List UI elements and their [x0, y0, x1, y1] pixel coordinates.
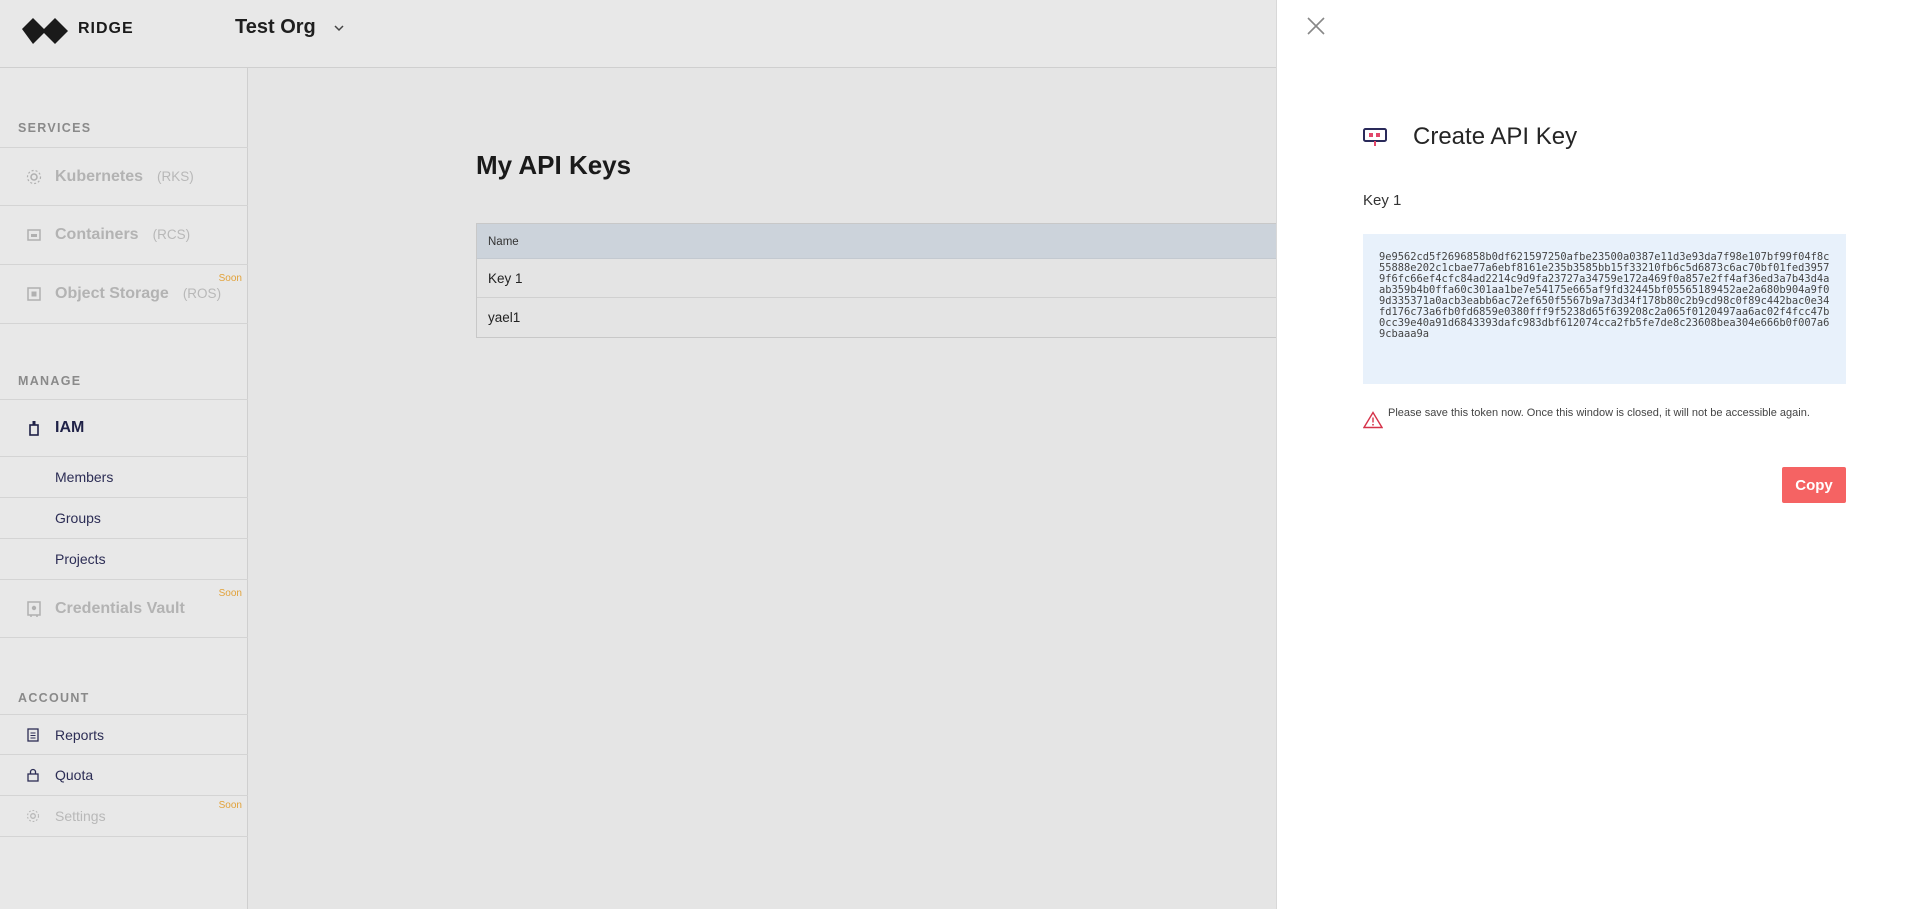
section-title-services: SERVICES — [18, 121, 92, 135]
section-title-manage: MANAGE — [18, 374, 82, 388]
key-name: Key 1 — [1363, 192, 1402, 209]
org-switcher[interactable]: Test Org — [235, 16, 346, 39]
org-name: Test Org — [235, 16, 316, 38]
drawer-title: Create API Key — [1413, 123, 1578, 150]
sidebar-item-credentials-vault[interactable]: Credentials Vault Soon — [0, 580, 248, 638]
sidebar-item-label: IAM — [55, 419, 85, 436]
reports-icon — [27, 728, 39, 742]
sidebar: SERVICES Kubernetes (RKS) Containers (RCS)… — [0, 68, 248, 909]
sidebar-item-containers[interactable]: Containers (RCS) — [0, 206, 248, 265]
sidebar-item-label: Members — [55, 469, 114, 485]
create-api-key-drawer: Create API Key Key 1 9e9562cd5f2696858b0… — [1276, 0, 1917, 909]
lock-icon — [27, 768, 39, 782]
service-abbr: (RCS) — [152, 227, 191, 242]
api-token-value[interactable]: 9e9562cd5f2696858b0df621597250afbe23500a… — [1363, 234, 1846, 384]
close-icon[interactable] — [1305, 15, 1327, 37]
warning-icon — [1363, 411, 1383, 429]
gear-icon — [26, 169, 42, 184]
sidebar-item-label: Quota — [55, 767, 94, 783]
ridge-logo[interactable]: RIDGE — [22, 13, 134, 45]
save-token-warning: Please save this token now. Once this wi… — [1363, 407, 1846, 429]
api-key-icon — [1363, 128, 1387, 146]
sidebar-item-label: Settings — [55, 808, 106, 824]
sidebar-item-groups[interactable]: Groups — [0, 498, 248, 539]
service-abbr: (RKS) — [157, 168, 194, 184]
table-row[interactable]: yael1 — [477, 298, 1276, 337]
sidebar-item-label: Kubernetes — [55, 167, 144, 185]
container-icon — [27, 229, 41, 241]
sidebar-item-label: Projects — [55, 551, 106, 567]
badge-icon — [29, 421, 39, 436]
sidebar-item-kubernetes[interactable]: Kubernetes (RKS) — [0, 147, 248, 206]
sidebar-item-label: Credentials Vault — [55, 599, 185, 617]
api-keys-table: Name Key 1 yael1 — [476, 223, 1276, 338]
sidebar-item-quota[interactable]: Quota — [0, 755, 248, 796]
sidebar-item-object-storage[interactable]: Object Storage (ROS) Soon — [0, 265, 248, 324]
storage-icon — [27, 287, 41, 301]
sidebar-item-label: Containers — [55, 226, 139, 243]
sidebar-item-settings[interactable]: Settings Soon — [0, 796, 248, 837]
section-title-account: ACCOUNT — [18, 691, 90, 705]
soon-badge: Soon — [218, 800, 242, 811]
drawer-header: Create API Key — [1363, 123, 1577, 151]
sidebar-item-label: Groups — [55, 510, 101, 526]
copy-button[interactable]: Copy — [1782, 467, 1846, 503]
ridge-logo-icon — [22, 18, 68, 44]
sidebar-item-members[interactable]: Members — [0, 457, 248, 498]
sidebar-item-iam[interactable]: IAM — [0, 399, 248, 457]
soon-badge: Soon — [218, 273, 242, 284]
service-abbr: (ROS) — [182, 286, 222, 301]
brand-name: RIDGE — [78, 20, 134, 37]
table-header-name[interactable]: Name — [477, 224, 1276, 259]
sidebar-item-reports[interactable]: Reports — [0, 714, 248, 755]
page-title: My API Keys — [476, 150, 632, 180]
settings-gear-icon — [26, 809, 40, 823]
table-row[interactable]: Key 1 — [477, 259, 1276, 298]
sidebar-item-label: Reports — [55, 727, 105, 743]
vault-icon — [27, 600, 41, 617]
sidebar-item-label: Object Storage — [55, 285, 169, 302]
warning-text: Please save this token now. Once this wi… — [1388, 407, 1810, 419]
soon-badge: Soon — [218, 588, 242, 599]
sidebar-item-projects[interactable]: Projects — [0, 539, 248, 580]
chevron-down-icon — [334, 24, 344, 31]
